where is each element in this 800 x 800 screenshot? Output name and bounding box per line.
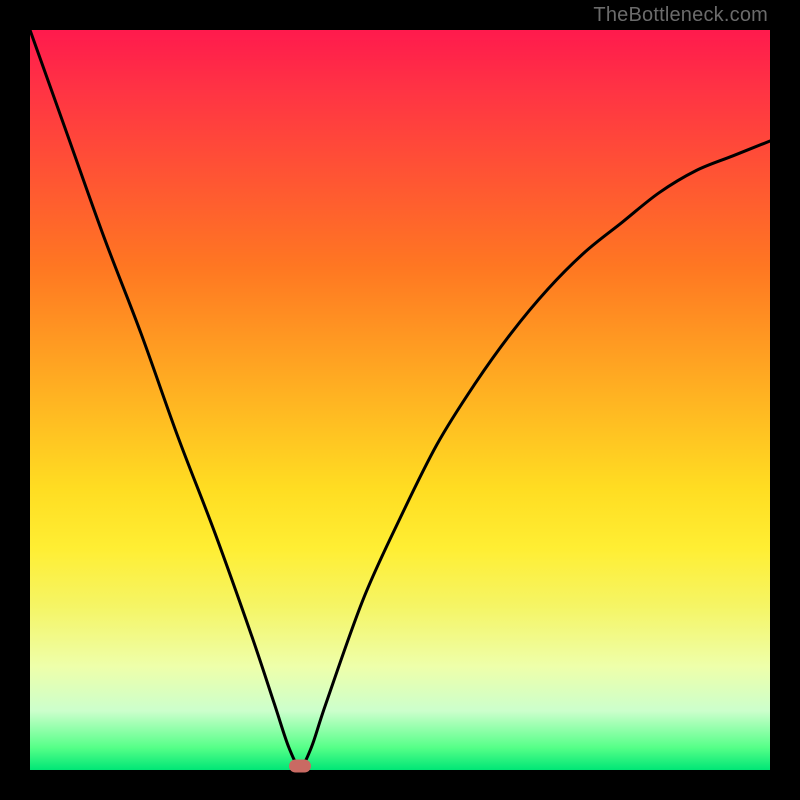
watermark-text: TheBottleneck.com xyxy=(593,4,768,27)
plot-area xyxy=(30,30,770,770)
chart-frame: TheBottleneck.com xyxy=(0,0,800,800)
minimum-marker xyxy=(289,760,311,773)
bottleneck-curve xyxy=(30,30,770,766)
curve-svg xyxy=(30,30,770,770)
